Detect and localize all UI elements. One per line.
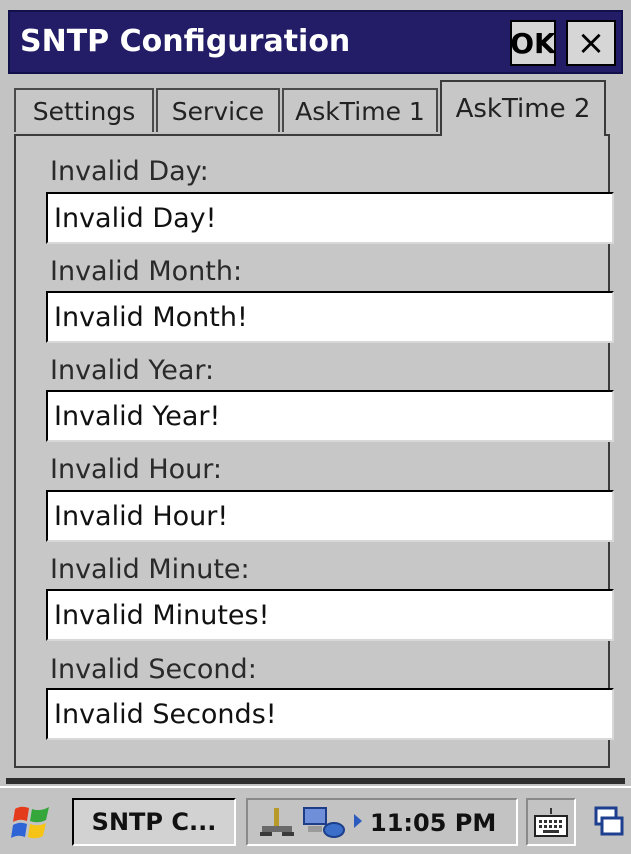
tab-service[interactable]: Service <box>156 88 280 132</box>
system-tray: 11:05 PM <box>246 798 518 846</box>
tab-strip: Settings Service AskTime 1 AskTime 2 <box>14 80 614 136</box>
invalid-day-label: Invalid Day: <box>50 156 209 187</box>
invalid-hour-label: Invalid Hour: <box>50 454 222 485</box>
windows-flag-icon[interactable] <box>6 798 60 848</box>
tab-settings[interactable]: Settings <box>14 88 154 132</box>
invalid-hour-input[interactable]: Invalid Hour! <box>46 490 614 542</box>
invalid-month-label: Invalid Month: <box>50 256 243 287</box>
invalid-year-label: Invalid Year: <box>50 355 215 386</box>
keyboard-icon[interactable] <box>526 798 576 846</box>
task-button-sntp[interactable]: SNTP C... <box>72 798 236 846</box>
window-title: SNTP Configuration <box>20 24 351 59</box>
window-switch-icon[interactable] <box>588 798 628 846</box>
invalid-minute-input[interactable]: Invalid Minutes! <box>46 589 614 641</box>
tab-asktime-1[interactable]: AskTime 1 <box>282 88 438 132</box>
invalid-day-input[interactable]: Invalid Day! <box>46 192 614 244</box>
invalid-second-input[interactable]: Invalid Seconds! <box>46 688 614 740</box>
window-frame: SNTP Configuration OK × Settings Service… <box>0 0 631 854</box>
invalid-minute-label: Invalid Minute: <box>50 554 250 585</box>
connection-icon[interactable] <box>302 804 348 844</box>
ok-button[interactable]: OK <box>510 20 556 66</box>
invalid-year-input[interactable]: Invalid Year! <box>46 390 614 442</box>
title-bar: SNTP Configuration OK × <box>8 10 623 74</box>
tab-asktime-2[interactable]: AskTime 2 <box>440 80 606 136</box>
asktime-2-panel: Invalid Day: Invalid Day! Invalid Month:… <box>14 134 614 768</box>
invalid-second-label: Invalid Second: <box>50 654 257 685</box>
tray-arrow-icon[interactable] <box>354 814 362 828</box>
invalid-month-input[interactable]: Invalid Month! <box>46 291 614 343</box>
network-icon[interactable] <box>258 806 298 842</box>
window-bottom-border <box>6 778 625 784</box>
taskbar: SNTP C... 11:05 PM <box>0 786 631 854</box>
clock[interactable]: 11:05 PM <box>370 809 496 837</box>
close-button[interactable]: × <box>566 20 616 66</box>
